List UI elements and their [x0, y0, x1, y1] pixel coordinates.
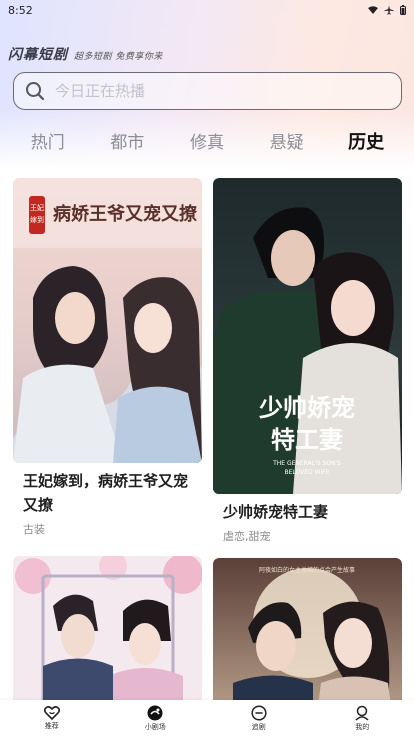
drama-poster[interactable]: 阿夜如白的女主总结的点会产生故事	[213, 558, 402, 706]
poster-title-text: 阿夜如白的女主总结的点会产生故事	[259, 566, 355, 574]
poster-title-text: 特工妻	[271, 425, 343, 454]
poster-badge: 王妃	[30, 203, 44, 212]
svg-text:嫁到: 嫁到	[30, 215, 44, 224]
nav-label: 推荐	[44, 721, 59, 730]
search-icon	[26, 82, 45, 101]
tab-hot[interactable]: 热门	[13, 128, 83, 158]
drama-card[interactable]: 少帅娇宠 特工妻 THE GENERAL'S SON'S BELOVED WIF…	[213, 178, 402, 548]
brand-logo: 闪幕短剧	[8, 47, 68, 63]
drama-title: 少帅娇宠特工妻	[223, 503, 329, 521]
drama-card[interactable]: 阿夜如白的女主总结的点会产生故事	[213, 558, 402, 706]
drama-poster[interactable]: 少帅娇宠 特工妻 THE GENERAL'S SON'S BELOVED WIF…	[213, 178, 402, 494]
drama-card[interactable]	[13, 556, 202, 706]
nav-label: 小剧场	[144, 722, 166, 731]
drama-title: 王妃嫁到，病娇王爷又宠又撩	[23, 472, 189, 514]
theater-icon	[147, 705, 163, 720]
heart-icon	[43, 705, 60, 720]
nav-profile[interactable]: 我的	[332, 705, 392, 732]
brand: 闪幕短剧 超多短剧 免费享你来	[8, 44, 163, 64]
drama-poster[interactable]	[13, 556, 202, 706]
status-icons	[368, 5, 406, 15]
poster-subtitle: THE GENERAL'S SON'S	[272, 460, 341, 467]
status-bar: 8:52	[0, 0, 414, 20]
search-input[interactable]	[55, 82, 355, 100]
drama-tag: 虐恋,甜宠	[223, 530, 271, 543]
airplane-icon	[384, 5, 394, 15]
brand-slogan: 超多短剧 免费享你来	[74, 52, 163, 62]
bottom-nav: 推荐 小剧场 追剧 我的	[0, 700, 414, 736]
nav-theater[interactable]: 小剧场	[125, 705, 185, 732]
battery-icon	[400, 5, 406, 15]
category-tabs: 热门 都市 修真 悬疑 历史	[0, 128, 414, 164]
tab-mystery[interactable]: 悬疑	[252, 128, 322, 158]
nav-following[interactable]: 追剧	[229, 704, 289, 732]
drama-poster[interactable]: 王妃 嫁到 病娇王爷又宠又撩	[13, 178, 202, 463]
tab-history[interactable]: 历史	[331, 128, 401, 164]
tab-cultivation[interactable]: 修真	[172, 128, 242, 158]
drama-card[interactable]: 王妃 嫁到 病娇王爷又宠又撩 王妃嫁到，病娇王爷又宠又撩 古装	[13, 178, 202, 541]
user-icon	[355, 705, 369, 721]
poster-title-text: 病娇王爷又宠又撩	[53, 203, 198, 225]
chat-icon	[251, 704, 267, 721]
nav-label: 我的	[355, 722, 370, 731]
poster-subtitle: BELOVED WIFE	[284, 469, 329, 476]
search-bar[interactable]	[13, 72, 402, 110]
poster-title-text: 少帅娇宠	[258, 393, 355, 422]
drama-tag: 古装	[23, 523, 45, 536]
tab-label: 历史	[348, 132, 385, 153]
tab-label: 修真	[189, 133, 224, 153]
tab-label: 悬疑	[269, 133, 304, 153]
nav-recommend[interactable]: 推荐	[22, 705, 82, 731]
poster-image: 阿夜如白的女主总结的点会产生故事	[213, 558, 402, 706]
poster-image: 少帅娇宠 特工妻 THE GENERAL'S SON'S BELOVED WIF…	[213, 178, 402, 494]
tab-urban[interactable]: 都市	[92, 128, 162, 158]
poster-image	[13, 556, 202, 706]
status-time: 8:52	[8, 3, 33, 17]
nav-label: 追剧	[251, 722, 266, 731]
wifi-icon	[368, 5, 378, 14]
poster-image: 王妃 嫁到 病娇王爷又宠又撩	[13, 178, 202, 463]
tab-label: 都市	[110, 133, 145, 153]
tab-label: 热门	[30, 133, 65, 153]
